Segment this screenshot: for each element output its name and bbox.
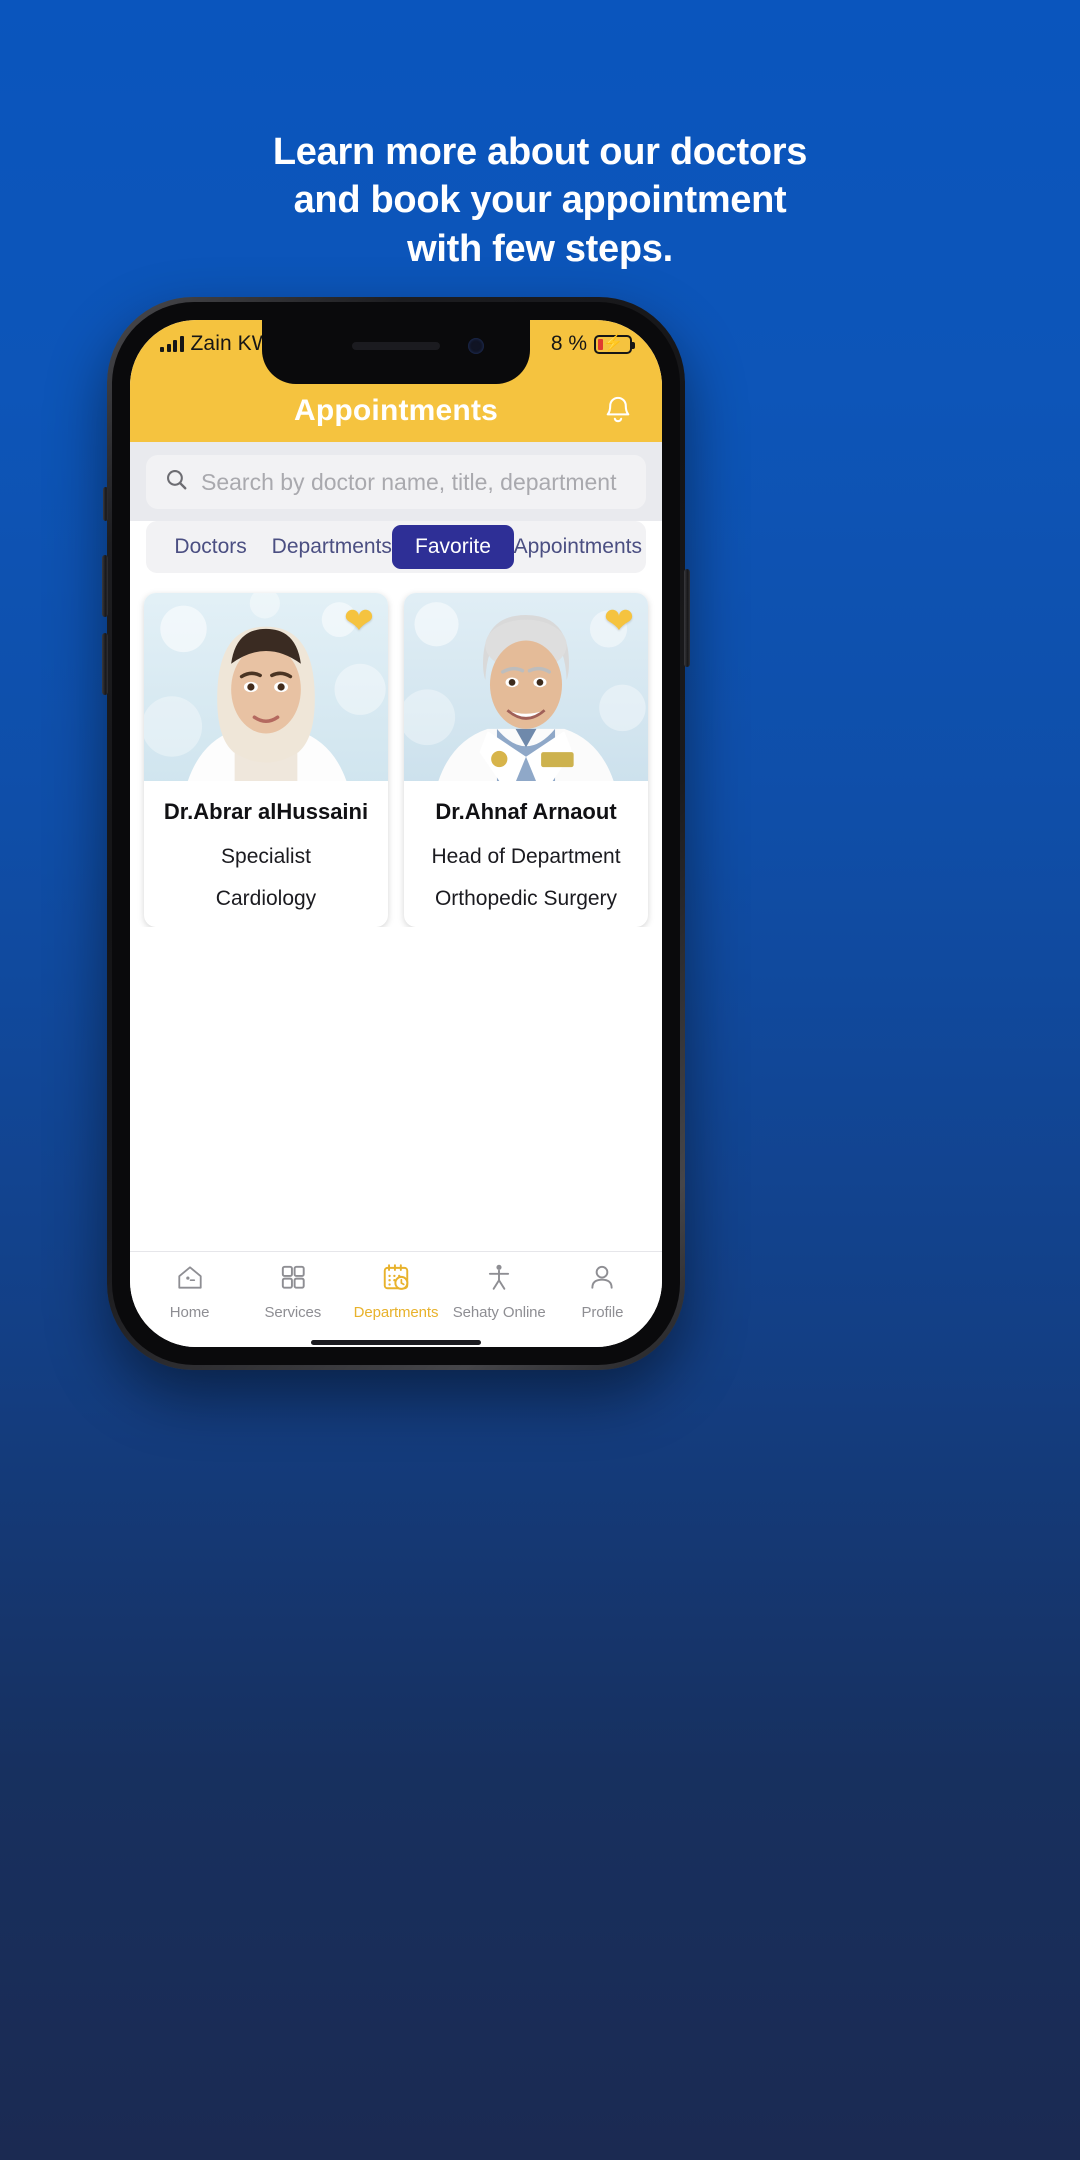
home-indicator[interactable] [130, 1337, 662, 1347]
favorite-heart-icon[interactable]: ❤ [344, 603, 374, 639]
nav-item-profile[interactable]: Profile [551, 1262, 654, 1321]
front-camera-icon [468, 338, 484, 354]
earpiece-speaker [352, 342, 440, 350]
phone-bezel: Zain KW 8 % ⚡ Appointments Search by doc… [112, 302, 680, 1365]
doctor-card[interactable]: ❤ Dr.Abrar alHussaini Specialist Cardiol… [144, 593, 388, 927]
tabs-region: Doctors Departments Favorite Appointment… [130, 521, 662, 583]
carrier-label: Zain KW [190, 332, 272, 355]
nav-item-services[interactable]: Services [241, 1262, 344, 1321]
notch [262, 320, 530, 384]
favorite-heart-icon[interactable]: ❤ [604, 603, 634, 639]
doctor-department: Orthopedic Surgery [434, 887, 618, 910]
mute-switch[interactable] [103, 487, 108, 521]
nav-label-home: Home [169, 1304, 210, 1321]
grid-icon [278, 1262, 308, 1297]
search-placeholder: Search by doctor name, title, department [201, 468, 617, 495]
home-icon [175, 1262, 205, 1297]
nav-item-sehaty-online[interactable]: Sehaty Online [448, 1262, 551, 1321]
nav-label-profile: Profile [581, 1304, 624, 1321]
doctor-photo: ❤ [404, 593, 648, 781]
doctor-role: Specialist [221, 845, 311, 868]
doctor-name: Dr.Ahnaf Arnaout [435, 799, 617, 824]
nav-label-sehaty-online: Sehaty Online [452, 1304, 546, 1321]
headline-line-3: with few steps. [407, 227, 673, 270]
search-input[interactable]: Search by doctor name, title, department [146, 455, 646, 509]
doctor-card-grid: ❤ Dr.Abrar alHussaini Specialist Cardiol… [144, 593, 648, 927]
bell-icon[interactable] [596, 389, 640, 433]
nav-label-departments: Departments [353, 1304, 439, 1321]
doctor-list: ❤ Dr.Abrar alHussaini Specialist Cardiol… [130, 583, 662, 927]
volume-up-button[interactable] [102, 555, 108, 617]
bottom-navigation: Home Services Departments Sehaty Online … [130, 1251, 662, 1337]
volume-down-button[interactable] [102, 633, 108, 695]
nav-item-home[interactable]: Home [138, 1262, 241, 1321]
nav-item-departments[interactable]: Departments [344, 1262, 447, 1321]
phone-screen: Zain KW 8 % ⚡ Appointments Search by doc… [130, 320, 662, 1347]
phone-mockup: Zain KW 8 % ⚡ Appointments Search by doc… [102, 297, 690, 1370]
app-header: Appointments [130, 380, 662, 442]
doctor-name: Dr.Abrar alHussaini [163, 799, 369, 824]
tab-favorite[interactable]: Favorite [392, 525, 514, 569]
app-header-title: Appointments [293, 394, 499, 427]
doctor-photo: ❤ [144, 593, 388, 781]
nav-label-services: Services [264, 1304, 322, 1321]
headline-line-1: Learn more about our doctors [272, 131, 808, 173]
headline-line-2: and book your appointment [293, 179, 787, 222]
segmented-tabs: Doctors Departments Favorite Appointment… [146, 521, 646, 573]
search-icon [164, 467, 189, 497]
content-empty-space [130, 927, 662, 1251]
status-bar-right: 8 % ⚡ [550, 332, 635, 356]
tab-departments[interactable]: Departments [271, 525, 392, 569]
page-title: Learn more about our doctors and book yo… [0, 128, 1080, 273]
doctor-role: Head of Department [431, 845, 621, 868]
battery-charging-icon: ⚡ [594, 334, 635, 354]
calendar-clock-icon [381, 1262, 411, 1297]
signal-bars-icon [160, 336, 184, 352]
doctor-card[interactable]: ❤ Dr.Ahnaf Arnaout Head of Department Or… [404, 593, 648, 927]
doctor-department: Cardiology [215, 887, 317, 910]
tab-doctors[interactable]: Doctors [150, 525, 271, 569]
battery-percent-label: 8 % [550, 332, 587, 355]
phone-frame: Zain KW 8 % ⚡ Appointments Search by doc… [102, 297, 690, 1370]
search-region: Search by doctor name, title, department [130, 442, 662, 521]
tab-appointments[interactable]: Appointments [514, 525, 642, 569]
user-icon [587, 1262, 617, 1297]
power-button[interactable] [684, 569, 690, 667]
person-activity-icon [484, 1262, 514, 1297]
